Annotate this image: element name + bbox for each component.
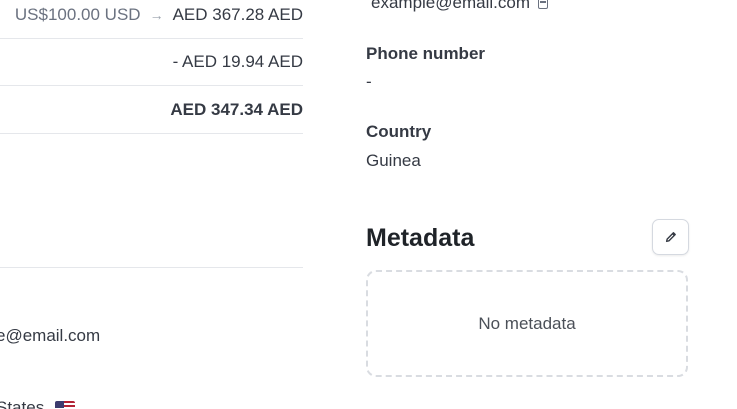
customer-email-text: example@email.com xyxy=(371,0,530,12)
edit-metadata-button[interactable] xyxy=(652,219,689,255)
net-row: AED 347.34 AED xyxy=(0,86,303,134)
net-amount: AED 347.34 AED xyxy=(170,99,303,119)
billing-country: States xyxy=(0,398,76,409)
arrow-right-icon: → xyxy=(149,6,164,23)
conversion-to-amount: AED 367.28 AED xyxy=(172,4,303,24)
country-label: Country xyxy=(366,122,432,141)
fee-amount: - AED 19.94 AED xyxy=(172,51,303,71)
phone-number-value: - xyxy=(366,72,372,91)
country-value: Guinea xyxy=(366,151,421,170)
conversion-from-amount: US$100.00 USD xyxy=(14,4,141,24)
payment-details-page: US$100.00 USD → AED 367.28 AED - AED 19.… xyxy=(0,0,737,409)
customer-email: example@email.com xyxy=(371,0,548,13)
metadata-empty-state: No metadata xyxy=(366,270,688,377)
section-divider xyxy=(0,267,303,268)
fee-row: - AED 19.94 AED xyxy=(0,38,303,86)
billing-email: e@email.com xyxy=(0,326,101,345)
payment-breakdown-panel: US$100.00 USD → AED 367.28 AED - AED 19.… xyxy=(0,0,303,409)
copy-icon[interactable] xyxy=(537,0,548,9)
customer-panel: example@email.com Phone number - Country… xyxy=(366,0,696,409)
billing-country-label: States xyxy=(0,398,45,409)
us-flag-icon xyxy=(55,401,76,409)
metadata-title: Metadata xyxy=(366,224,475,252)
pencil-icon xyxy=(665,232,676,243)
metadata-empty-text: No metadata xyxy=(478,313,576,333)
phone-number-label: Phone number xyxy=(366,44,486,63)
conversion-row: US$100.00 USD → AED 367.28 AED xyxy=(0,0,303,39)
